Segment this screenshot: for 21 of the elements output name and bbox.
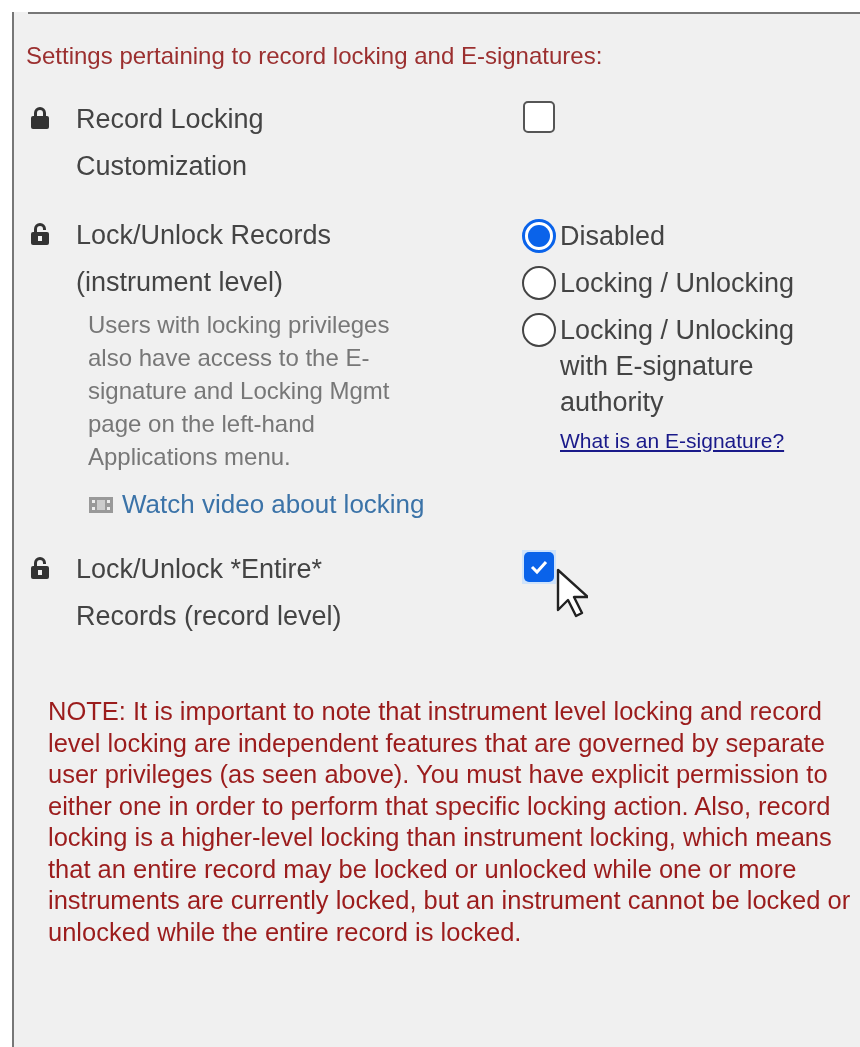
unlocked-lock-icon [30,222,50,246]
radio-label: Locking / Unlocking [560,267,796,300]
radio-label: Locking / Unlocking with E-signature authority [560,314,796,419]
setting-label: Lock/Unlock Records (instrument level) [76,219,333,299]
radio-button[interactable] [522,219,556,253]
setting-label: Record Locking Customization [76,103,265,183]
setting-description: Users with locking privileges also have access to the E-signature and Locking Mgmt page on the left-hand Applications menu. [88,310,391,472]
radio-label: Disabled [560,220,667,253]
film-icon [88,494,114,515]
section-heading: Settings pertaining to record locking and E-signatures: [26,41,604,71]
video-link[interactable]: Watch video about locking [122,485,425,524]
unlocked-lock-icon [30,556,50,580]
note-text: NOTE: It is important to note that instrument level locking and record level locking are independent features that are governed by separate user privileges (as seen above). You must have explicit permission to either one in order to perform that specific locking action. Also, record locking is a higher-level locking than instrument locking, which means that an entire record may be locked or unlocked while one or more instruments are currently locked, but an instrument cannot be locked or unlocked while the entire record is locked. [48,696,852,948]
checkbox[interactable] [522,550,556,584]
setting-label: Lock/Unlock *Entire* Records (record level) [76,553,343,633]
checkbox[interactable] [522,100,556,134]
lock-icon [30,106,50,130]
radio-button[interactable] [522,313,556,347]
radio-button[interactable] [522,266,556,300]
help-link[interactable]: What is an E-signature? [560,425,830,457]
pointer-cursor-icon [556,568,588,618]
